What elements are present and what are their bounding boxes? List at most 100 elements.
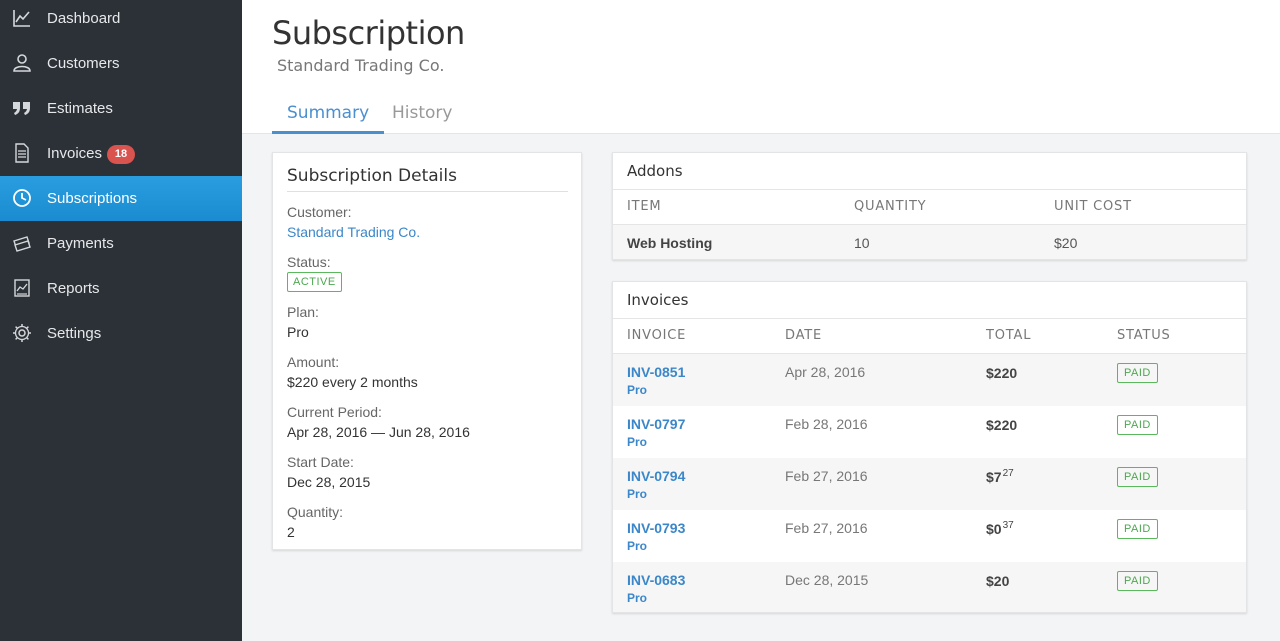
paid-badge: PAID bbox=[1117, 571, 1158, 591]
invoice-plan: Pro bbox=[627, 487, 648, 501]
paid-badge: PAID bbox=[1117, 415, 1158, 435]
divider bbox=[287, 191, 568, 192]
invoice-number-link[interactable]: INV-0794 bbox=[627, 468, 685, 484]
invoice-plan: Pro bbox=[627, 435, 648, 449]
quantity-value: 2 bbox=[287, 524, 295, 540]
sidebar-item-label: Dashboard bbox=[47, 10, 121, 27]
chart-line-icon bbox=[11, 7, 33, 29]
column-header-date: DATE bbox=[785, 328, 823, 343]
invoice-total: $220 bbox=[986, 364, 1018, 381]
page-title: Subscription bbox=[272, 14, 465, 52]
column-header-item: ITEM bbox=[627, 199, 662, 214]
quantity-label: Quantity: bbox=[287, 504, 344, 520]
column-header-invoice: INVOICE bbox=[627, 328, 687, 343]
card-title: Subscription Details bbox=[287, 166, 457, 186]
sidebar-item-estimates[interactable]: Estimates bbox=[0, 86, 242, 131]
card-title: Invoices bbox=[627, 291, 689, 309]
sidebar-item-label: Estimates bbox=[47, 100, 113, 117]
invoice-date: Feb 28, 2016 bbox=[785, 416, 868, 432]
table-row: INV-0793 Pro Feb 27, 2016 $037 PAID bbox=[613, 510, 1246, 562]
invoice-number-link[interactable]: INV-0683 bbox=[627, 572, 685, 588]
invoices-count-badge: 18 bbox=[107, 145, 135, 164]
table-row: INV-0683 Pro Dec 28, 2015 $20 PAID bbox=[613, 562, 1246, 612]
table-row: Web Hosting 10 $20 bbox=[613, 225, 1246, 259]
invoice-plan: Pro bbox=[627, 539, 648, 553]
quote-icon bbox=[11, 97, 33, 119]
document-icon bbox=[11, 142, 33, 164]
column-header-unit-cost: UNIT COST bbox=[1054, 199, 1132, 214]
customer-link[interactable]: Standard Trading Co. bbox=[287, 224, 420, 240]
status-label: Status: bbox=[287, 254, 331, 270]
page-header: Subscription Standard Trading Co. Summar… bbox=[242, 0, 1280, 134]
tab-summary[interactable]: Summary bbox=[272, 98, 385, 134]
sidebar-item-dashboard[interactable]: Dashboard bbox=[0, 0, 242, 41]
report-icon bbox=[11, 277, 33, 299]
invoice-total: $727 bbox=[986, 468, 1014, 485]
sidebar-item-label: Customers bbox=[47, 55, 120, 72]
amount-value: $220 every 2 months bbox=[287, 374, 418, 390]
invoice-number-link[interactable]: INV-0793 bbox=[627, 520, 685, 536]
invoice-total-amount: $220 bbox=[986, 365, 1018, 381]
invoice-total: $20 bbox=[986, 572, 1010, 589]
divider bbox=[613, 189, 1246, 190]
amount-label: Amount: bbox=[287, 354, 340, 370]
cash-icon bbox=[11, 232, 33, 254]
invoice-date: Feb 27, 2016 bbox=[785, 520, 868, 536]
column-header-quantity: QUANTITY bbox=[854, 199, 927, 214]
user-icon bbox=[11, 52, 33, 74]
invoice-total-amount: $7 bbox=[986, 469, 1002, 485]
sidebar-item-payments[interactable]: Payments bbox=[0, 221, 242, 266]
invoice-plan: Pro bbox=[627, 591, 648, 605]
sidebar-item-invoices[interactable]: Invoices 18 bbox=[0, 131, 242, 176]
invoice-total-amount: $20 bbox=[986, 573, 1010, 589]
invoice-date: Apr 28, 2016 bbox=[785, 364, 866, 380]
column-header-status: STATUS bbox=[1117, 328, 1171, 343]
sidebar: Dashboard Customers Estimates Invoices 1… bbox=[0, 0, 242, 641]
addon-unit-cost: $20 bbox=[1054, 235, 1078, 251]
plan-label: Plan: bbox=[287, 304, 319, 320]
invoice-number-link[interactable]: INV-0851 bbox=[627, 364, 685, 380]
paid-badge: PAID bbox=[1117, 363, 1158, 383]
addons-card: Addons ITEM QUANTITY UNIT COST Web Hosti… bbox=[612, 152, 1247, 260]
page-subtitle: Standard Trading Co. bbox=[277, 56, 445, 75]
sidebar-item-label: Invoices bbox=[47, 145, 103, 162]
sidebar-item-label: Payments bbox=[47, 235, 114, 252]
table-row: INV-0851 Pro Apr 28, 2016 $220 PAID bbox=[613, 354, 1246, 406]
gear-icon bbox=[11, 322, 33, 344]
card-title: Addons bbox=[627, 162, 683, 180]
invoice-total-cents: 27 bbox=[1002, 468, 1014, 479]
subscription-details-card: Subscription Details Customer: Standard … bbox=[272, 152, 582, 550]
sidebar-item-subscriptions[interactable]: Subscriptions bbox=[0, 176, 242, 221]
invoice-number-link[interactable]: INV-0797 bbox=[627, 416, 685, 432]
paid-badge: PAID bbox=[1117, 519, 1158, 539]
invoice-total: $037 bbox=[986, 520, 1014, 537]
invoice-total-amount: $0 bbox=[986, 521, 1002, 537]
addon-item: Web Hosting bbox=[627, 235, 713, 251]
invoices-card: Invoices INVOICE DATE TOTAL STATUS INV-0… bbox=[612, 281, 1247, 613]
sidebar-item-label: Settings bbox=[47, 325, 102, 342]
paid-badge: PAID bbox=[1117, 467, 1158, 487]
sidebar-item-label: Reports bbox=[47, 280, 100, 297]
current-period-label: Current Period: bbox=[287, 404, 382, 420]
clock-icon bbox=[11, 187, 33, 209]
addon-quantity: 10 bbox=[854, 235, 870, 251]
plan-value: Pro bbox=[287, 324, 309, 340]
divider bbox=[613, 318, 1246, 319]
sidebar-item-label: Subscriptions bbox=[47, 190, 138, 207]
start-date-label: Start Date: bbox=[287, 454, 354, 470]
status-badge: ACTIVE bbox=[287, 272, 342, 292]
customer-label: Customer: bbox=[287, 204, 352, 220]
start-date-value: Dec 28, 2015 bbox=[287, 474, 371, 490]
invoice-plan: Pro bbox=[627, 383, 648, 397]
table-row: INV-0797 Pro Feb 28, 2016 $220 PAID bbox=[613, 406, 1246, 458]
invoice-total-amount: $220 bbox=[986, 417, 1018, 433]
sidebar-item-settings[interactable]: Settings bbox=[0, 311, 242, 356]
current-period-value: Apr 28, 2016 — Jun 28, 2016 bbox=[287, 424, 470, 440]
invoice-total: $220 bbox=[986, 416, 1018, 433]
invoice-date: Dec 28, 2015 bbox=[785, 572, 869, 588]
sidebar-item-customers[interactable]: Customers bbox=[0, 41, 242, 86]
sidebar-item-reports[interactable]: Reports bbox=[0, 266, 242, 311]
table-row: INV-0794 Pro Feb 27, 2016 $727 PAID bbox=[613, 458, 1246, 510]
tab-history[interactable]: History bbox=[377, 98, 467, 134]
column-header-total: TOTAL bbox=[986, 328, 1032, 343]
